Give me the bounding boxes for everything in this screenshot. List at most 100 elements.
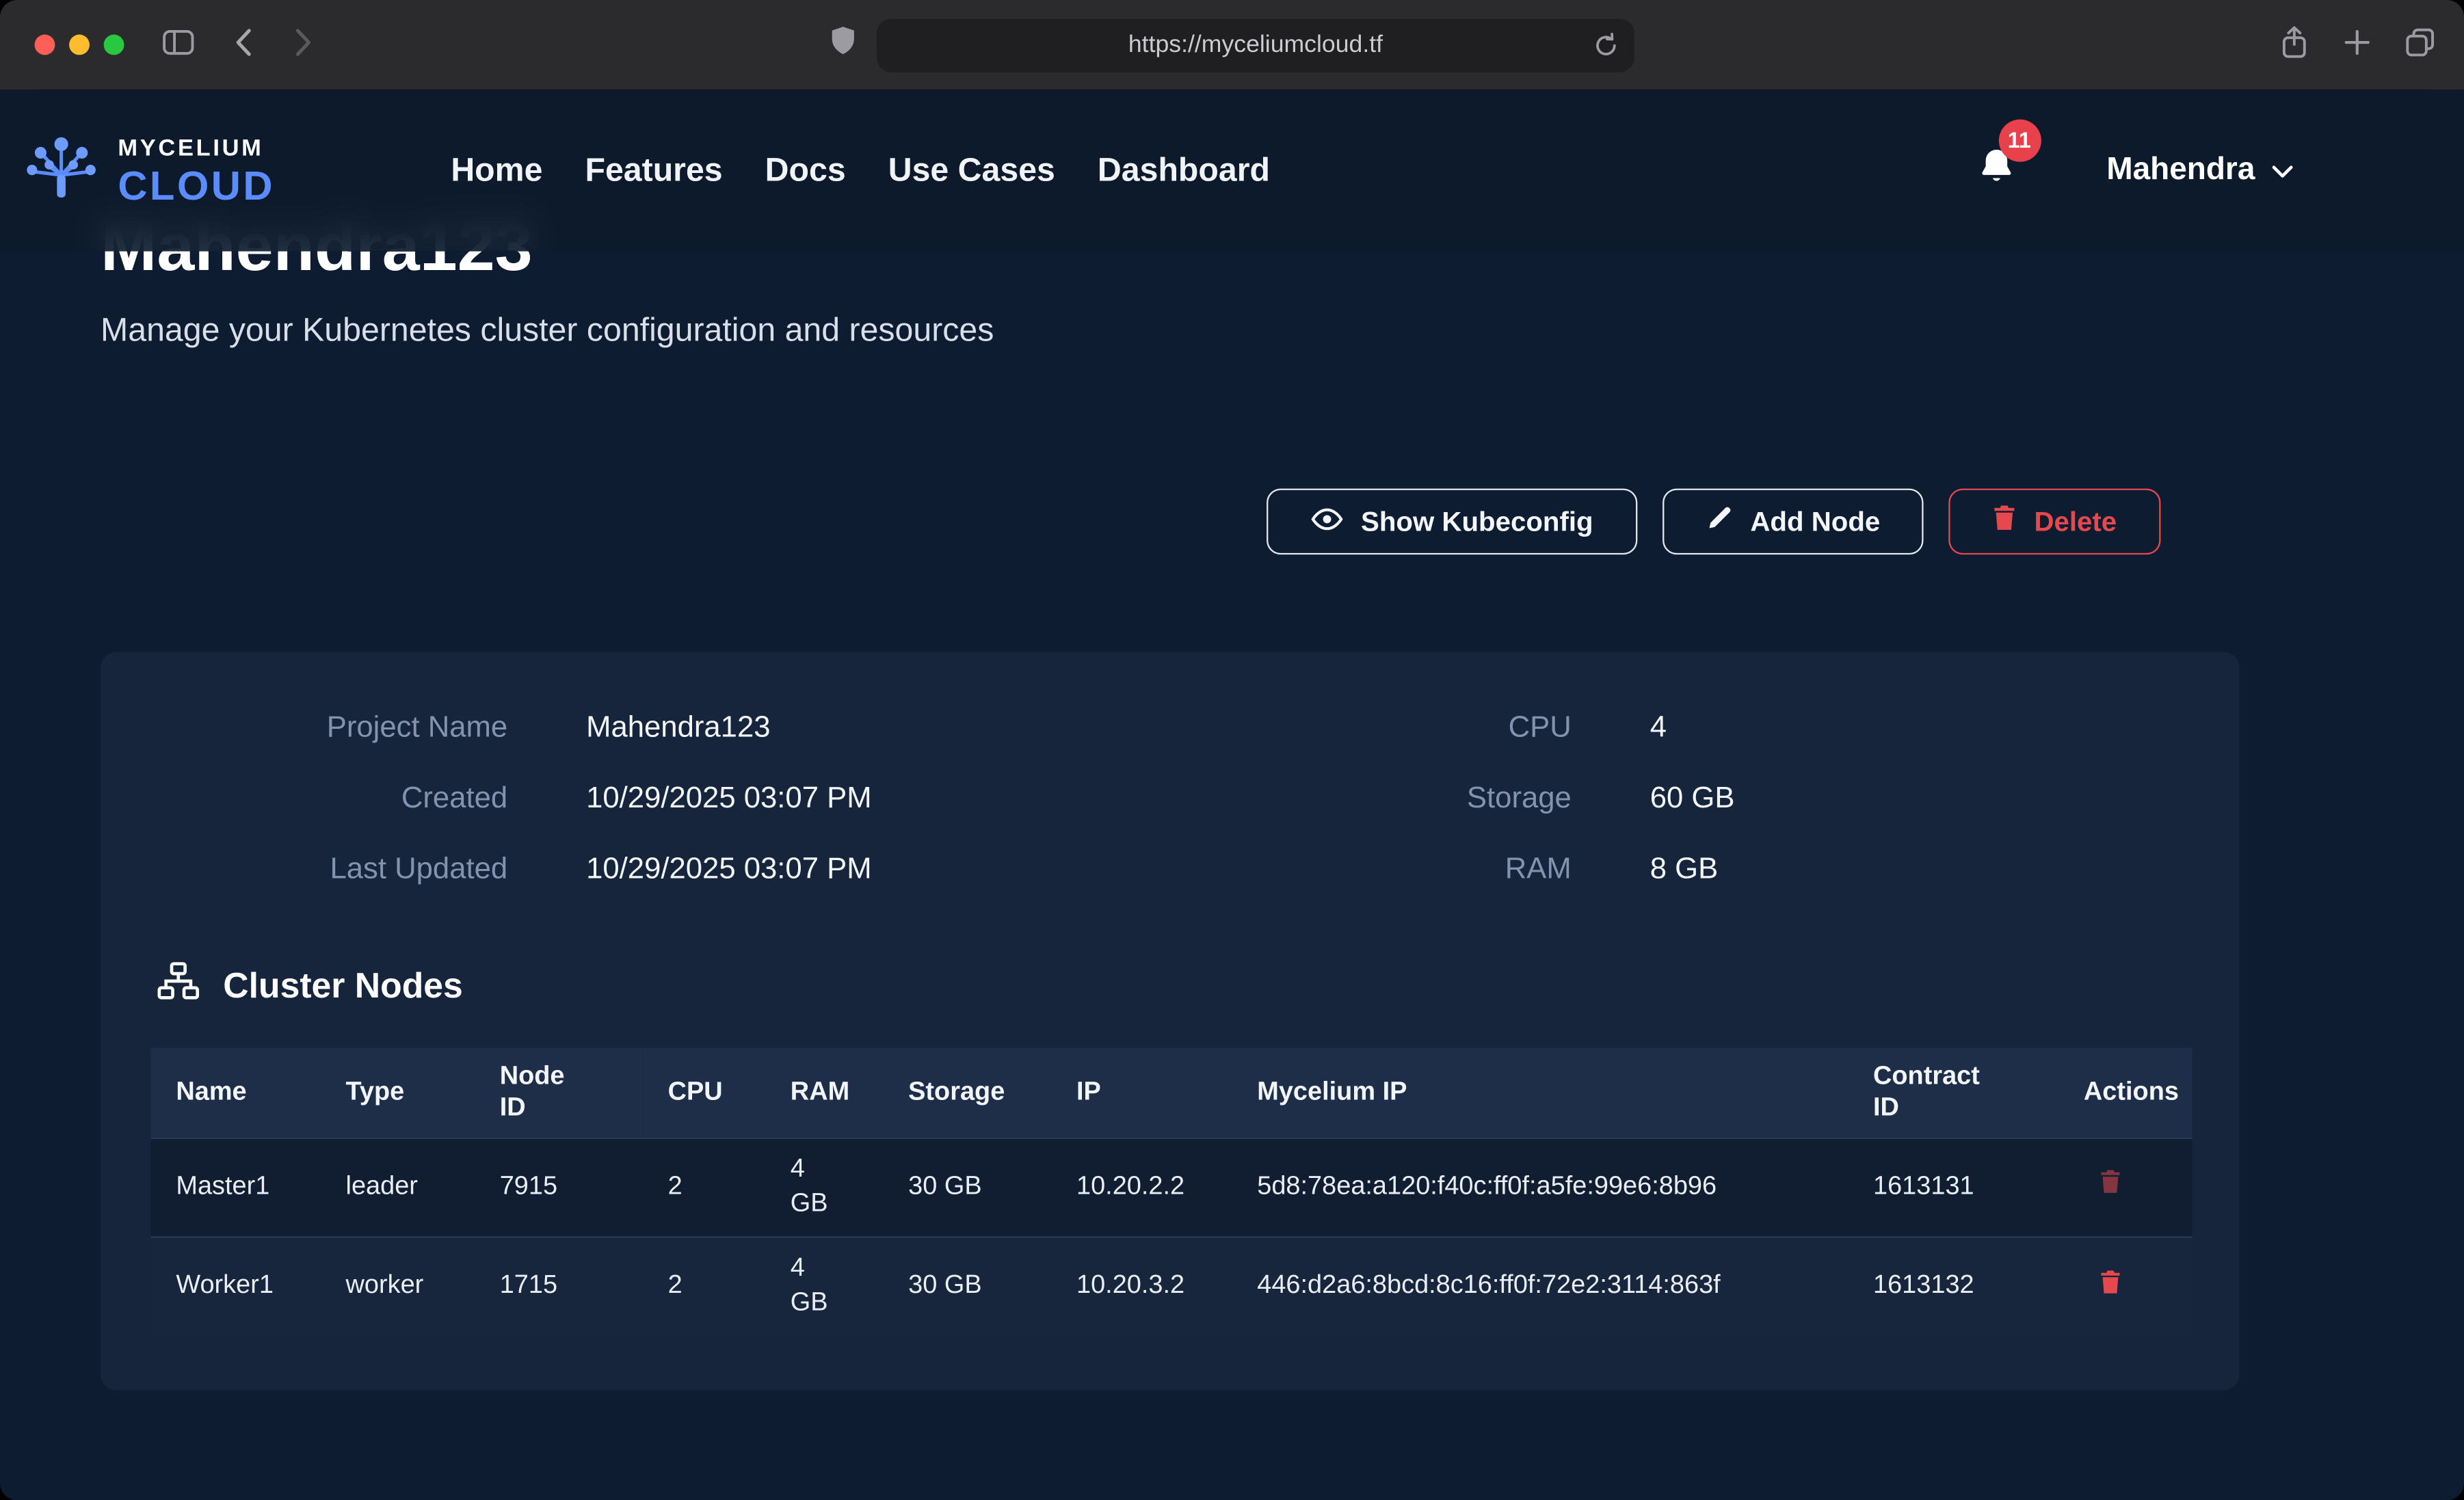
last-updated-label: Last Updated [101,834,507,905]
window-controls [35,35,124,55]
table-row: Worker1 worker 1715 2 4 GB 30 GB 10.20.3… [151,1236,2193,1335]
cell-storage: 30 GB [883,1138,1051,1237]
tab-overview-button[interactable] [2405,27,2436,63]
app-navbar: MYCELIUM CLOUD Home Features Docs Use Ca… [0,90,2464,252]
delete-node-button[interactable] [2084,1169,2121,1199]
eye-icon [1310,505,1343,538]
cell-contract-id: 1613131 [1848,1138,2058,1237]
cpu-value: 4 [1572,693,2240,763]
delete-label: Delete [2034,505,2117,538]
logo[interactable]: MYCELIUM CLOUD [0,131,275,211]
ram-label: RAM [1257,834,1572,905]
col-node-id: Node ID [475,1048,643,1138]
cpu-label: CPU [1257,693,1572,763]
col-type: Type [321,1048,475,1138]
new-tab-button[interactable] [2343,28,2371,61]
address-bar[interactable]: https://myceliumcloud.tf [877,18,1634,71]
sidebar-icon [162,28,195,61]
table-row: Master1 leader 7915 2 4 GB 30 GB 10.20.2… [151,1138,2193,1237]
trash-icon [1993,505,2017,539]
cell-type: worker [321,1236,475,1335]
nav-item-dashboard[interactable]: Dashboard [1098,152,1270,189]
cell-type: leader [321,1138,475,1237]
col-cpu: CPU [643,1048,765,1138]
cell-ip: 10.20.2.2 [1051,1138,1232,1237]
cell-contract-id: 1613132 [1848,1236,2058,1335]
notifications-button[interactable]: 11 [1976,146,2015,196]
privacy-shield-icon[interactable] [830,25,856,64]
share-icon [2279,25,2310,64]
nodes-table: Name Type Node ID CPU RAM Storage IP Myc… [151,1048,2193,1336]
mycelium-logo-icon [19,131,104,211]
reload-button[interactable] [1592,31,1620,64]
page-subtitle: Manage your Kubernetes cluster configura… [101,312,994,350]
user-menu[interactable]: Mahendra [2106,152,2294,189]
col-ip: IP [1051,1048,1232,1138]
screen-viewport: https://myceliumcloud.tf [0,0,2464,1500]
plus-icon [2343,28,2371,61]
created-label: Created [101,764,507,834]
cell-storage: 30 GB [883,1236,1051,1335]
created-value: 10/29/2025 03:07 PM [507,764,1257,834]
ram-value: 8 GB [1572,834,2240,905]
table-header-row: Name Type Node ID CPU RAM Storage IP Myc… [151,1048,2193,1138]
cluster-nodes-heading: Cluster Nodes [157,961,2240,1010]
col-storage: Storage [883,1048,1051,1138]
cell-name: Worker1 [151,1236,321,1335]
storage-value: 60 GB [1572,764,2240,834]
cell-actions [2058,1138,2192,1237]
trash-icon [2099,1275,2121,1298]
add-node-button[interactable]: Add Node [1662,489,1924,555]
cell-node-id: 7915 [475,1138,643,1237]
col-actions: Actions [2058,1048,2192,1138]
project-name-label: Project Name [101,693,507,763]
notification-badge: 11 [1998,118,2041,161]
pencil-icon [1706,505,1733,539]
nav-item-docs[interactable]: Docs [765,152,846,189]
reload-icon [1592,40,1620,64]
forward-button[interactable] [292,27,314,63]
show-kubeconfig-button[interactable]: Show Kubeconfig [1267,489,1637,555]
col-contract-id: Contract ID [1848,1048,2058,1138]
delete-cluster-button[interactable]: Delete [1949,489,2160,555]
tabs-icon [2405,27,2436,63]
cluster-nodes-title: Cluster Nodes [223,965,463,1006]
bell-icon [1976,168,2015,194]
close-window-button[interactable] [35,35,55,55]
logo-text: MYCELIUM CLOUD [118,136,275,205]
zoom-window-button[interactable] [104,35,124,55]
chevron-left-icon [233,27,254,63]
cell-cpu: 2 [643,1236,765,1335]
last-updated-value: 10/29/2025 03:07 PM [507,834,1257,905]
nav-item-features[interactable]: Features [585,152,722,189]
cluster-nodes-icon [157,961,200,1010]
chevron-down-icon [2270,152,2294,189]
cell-node-id: 1715 [475,1236,643,1335]
nav-links: Home Features Docs Use Cases Dashboard [451,152,1270,189]
show-kubeconfig-label: Show Kubeconfig [1361,505,1593,538]
nav-item-use-cases[interactable]: Use Cases [888,152,1055,189]
delete-node-button[interactable] [2084,1269,2121,1299]
browser-toolbar: https://myceliumcloud.tf [0,0,2464,90]
project-name-value: Mahendra123 [507,693,1257,763]
cell-cpu: 2 [643,1138,765,1237]
cell-actions [2058,1236,2192,1335]
minimize-window-button[interactable] [69,35,90,55]
cell-name: Master1 [151,1138,321,1237]
nav-item-home[interactable]: Home [451,152,542,189]
cluster-info-grid: Project Name Mahendra123 CPU 4 Created 1… [101,652,2239,905]
trash-icon [2099,1175,2121,1198]
cluster-details-card: Project Name Mahendra123 CPU 4 Created 1… [101,652,2239,1391]
sidebar-toggle-button[interactable] [162,28,195,61]
logo-line2: CLOUD [118,164,275,205]
cell-ram: 4 GB [765,1138,883,1237]
col-ram: RAM [765,1048,883,1138]
cell-ram: 4 GB [765,1236,883,1335]
url-text: https://myceliumcloud.tf [1128,31,1383,59]
add-node-label: Add Node [1750,505,1880,538]
logo-line1: MYCELIUM [118,136,275,159]
share-button[interactable] [2279,25,2310,64]
back-button[interactable] [233,27,254,63]
cell-mycelium-ip: 5d8:78ea:a120:f40c:ff0f:a5fe:99e6:8b96 [1232,1138,1848,1237]
col-mycelium-ip: Mycelium IP [1232,1048,1848,1138]
